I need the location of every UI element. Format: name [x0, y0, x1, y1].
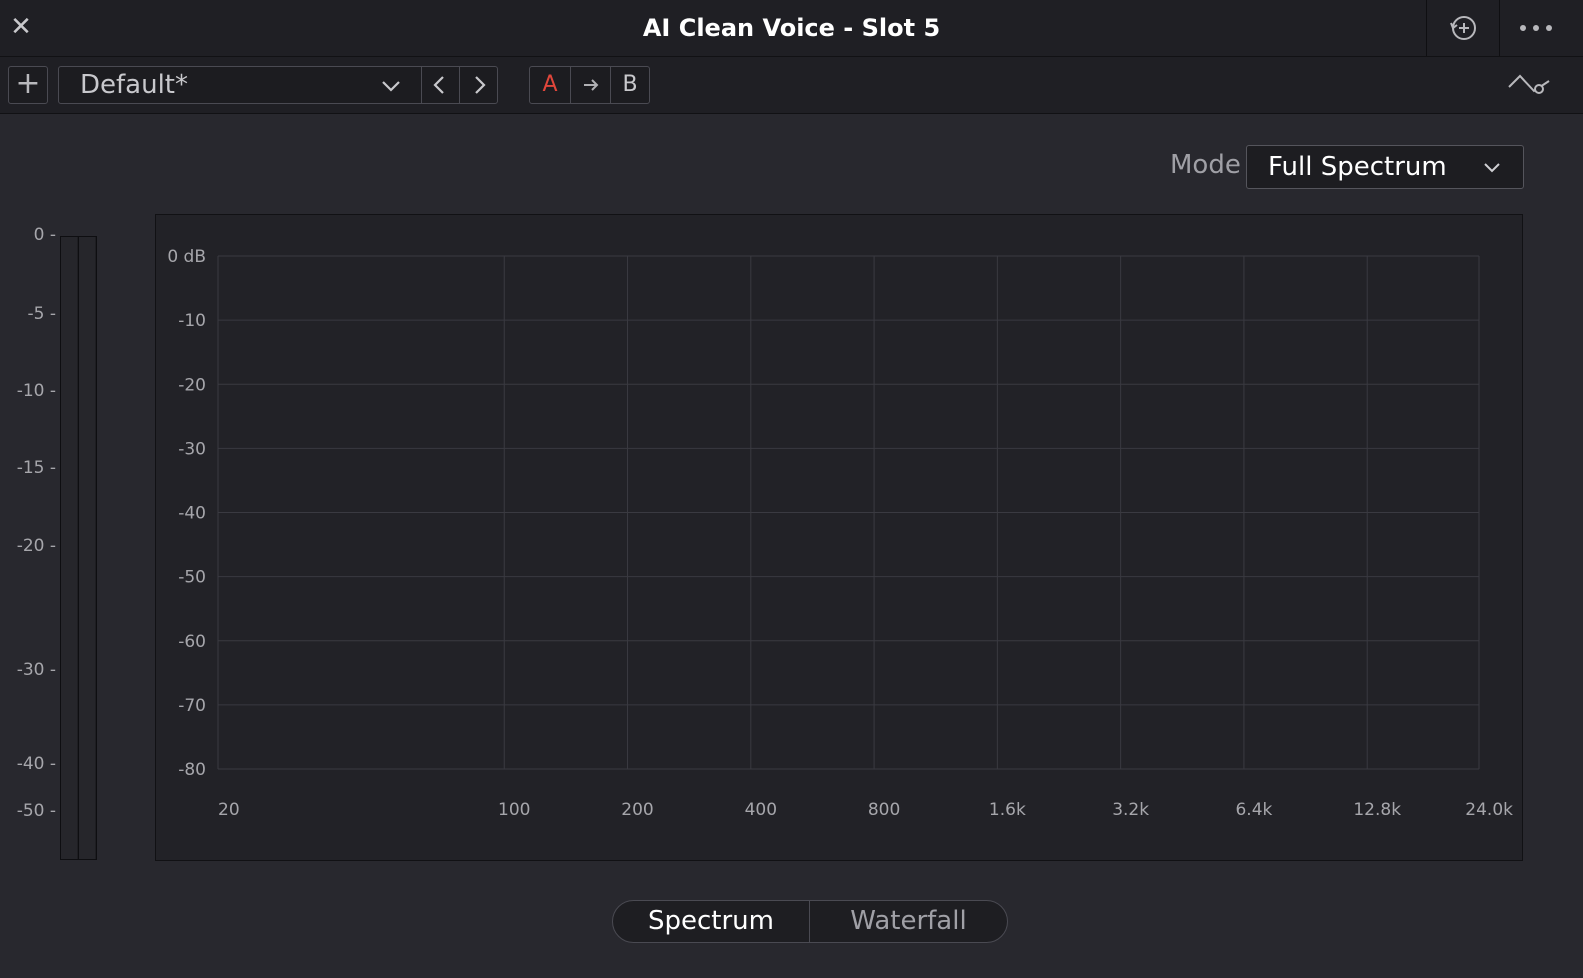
waterfall-tab[interactable]: Waterfall: [810, 901, 1007, 942]
b-button[interactable]: B: [610, 67, 650, 103]
y-tick-label: 0 dB: [167, 247, 206, 267]
x-tick-label: 200: [621, 800, 653, 820]
y-tick-label: -60: [178, 632, 206, 652]
x-tick-label: 800: [868, 800, 900, 820]
mode-label: Mode: [1170, 150, 1241, 180]
meter-channel-right: [79, 237, 95, 859]
title-divider: [1426, 0, 1427, 56]
next-preset-icon[interactable]: [467, 73, 491, 101]
spectrum-graph: 0 dB -10 -20 -30 -40 -50 -60 -70 -80 20 100 200 400 8…: [155, 214, 1523, 861]
history-icon[interactable]: [1444, 10, 1484, 46]
title-bar: ✕ AI Clean Voice - Slot 5: [0, 0, 1583, 57]
more-icon[interactable]: [1517, 10, 1557, 46]
y-tick-label: -20: [178, 375, 206, 395]
x-tick-label: 6.4k: [1235, 800, 1272, 820]
x-tick-label: 20: [218, 800, 240, 820]
meter-tick: -10 -: [16, 381, 56, 401]
preset-toolbar: + Default* A B: [0, 57, 1583, 114]
a-button[interactable]: A: [530, 67, 570, 103]
meter-tick: -40 -: [16, 754, 56, 774]
y-tick-label: -80: [178, 760, 206, 780]
y-tick-label: -70: [178, 696, 206, 716]
previous-preset-icon[interactable]: [428, 73, 452, 101]
view-toggle: Spectrum Waterfall: [612, 900, 1008, 943]
x-tick-label: 1.6k: [989, 800, 1026, 820]
meter-channel-left: [61, 237, 77, 859]
chevron-down-icon[interactable]: [379, 73, 403, 101]
x-tick-label: 3.2k: [1112, 800, 1149, 820]
title-divider: [1499, 0, 1500, 56]
copy-arrow-icon[interactable]: [571, 67, 611, 103]
curve-icon[interactable]: [1506, 69, 1552, 105]
mode-value: Full Spectrum: [1268, 152, 1447, 182]
y-tick-label: -30: [178, 439, 206, 459]
y-tick-label: -40: [178, 504, 206, 524]
x-tick-label: 24.0k: [1465, 800, 1513, 820]
mode-select[interactable]: Full Spectrum: [1246, 145, 1524, 189]
meter-tick: -20 -: [16, 536, 56, 556]
x-tick-label: 400: [745, 800, 777, 820]
meter-tick: -50 -: [16, 801, 56, 821]
window-title: AI Clean Voice - Slot 5: [642, 14, 941, 42]
meter-tick: -5 -: [27, 304, 57, 324]
x-tick-label: 100: [498, 800, 530, 820]
meter-tick: 0 -: [33, 225, 56, 245]
y-tick-label: -10: [178, 311, 206, 331]
preset-selector[interactable]: Default*: [58, 66, 498, 104]
y-tick-label: -50: [178, 568, 206, 588]
level-meter: [60, 236, 97, 860]
ab-compare: A B: [529, 66, 650, 104]
spectrum-tab[interactable]: Spectrum: [613, 901, 809, 942]
preset-divider: [421, 67, 422, 103]
x-tick-label: 12.8k: [1353, 800, 1401, 820]
preset-name: Default*: [80, 70, 188, 100]
meter-tick: -30 -: [16, 660, 56, 680]
spectrum-chart: 0 dB -10 -20 -30 -40 -50 -60 -70 -80 20 100 200 400 8…: [167, 247, 1513, 820]
meter-tick: -15 -: [16, 458, 56, 478]
preset-divider: [459, 67, 460, 103]
add-preset-button[interactable]: +: [8, 66, 48, 104]
chevron-down-icon: [1481, 156, 1503, 182]
